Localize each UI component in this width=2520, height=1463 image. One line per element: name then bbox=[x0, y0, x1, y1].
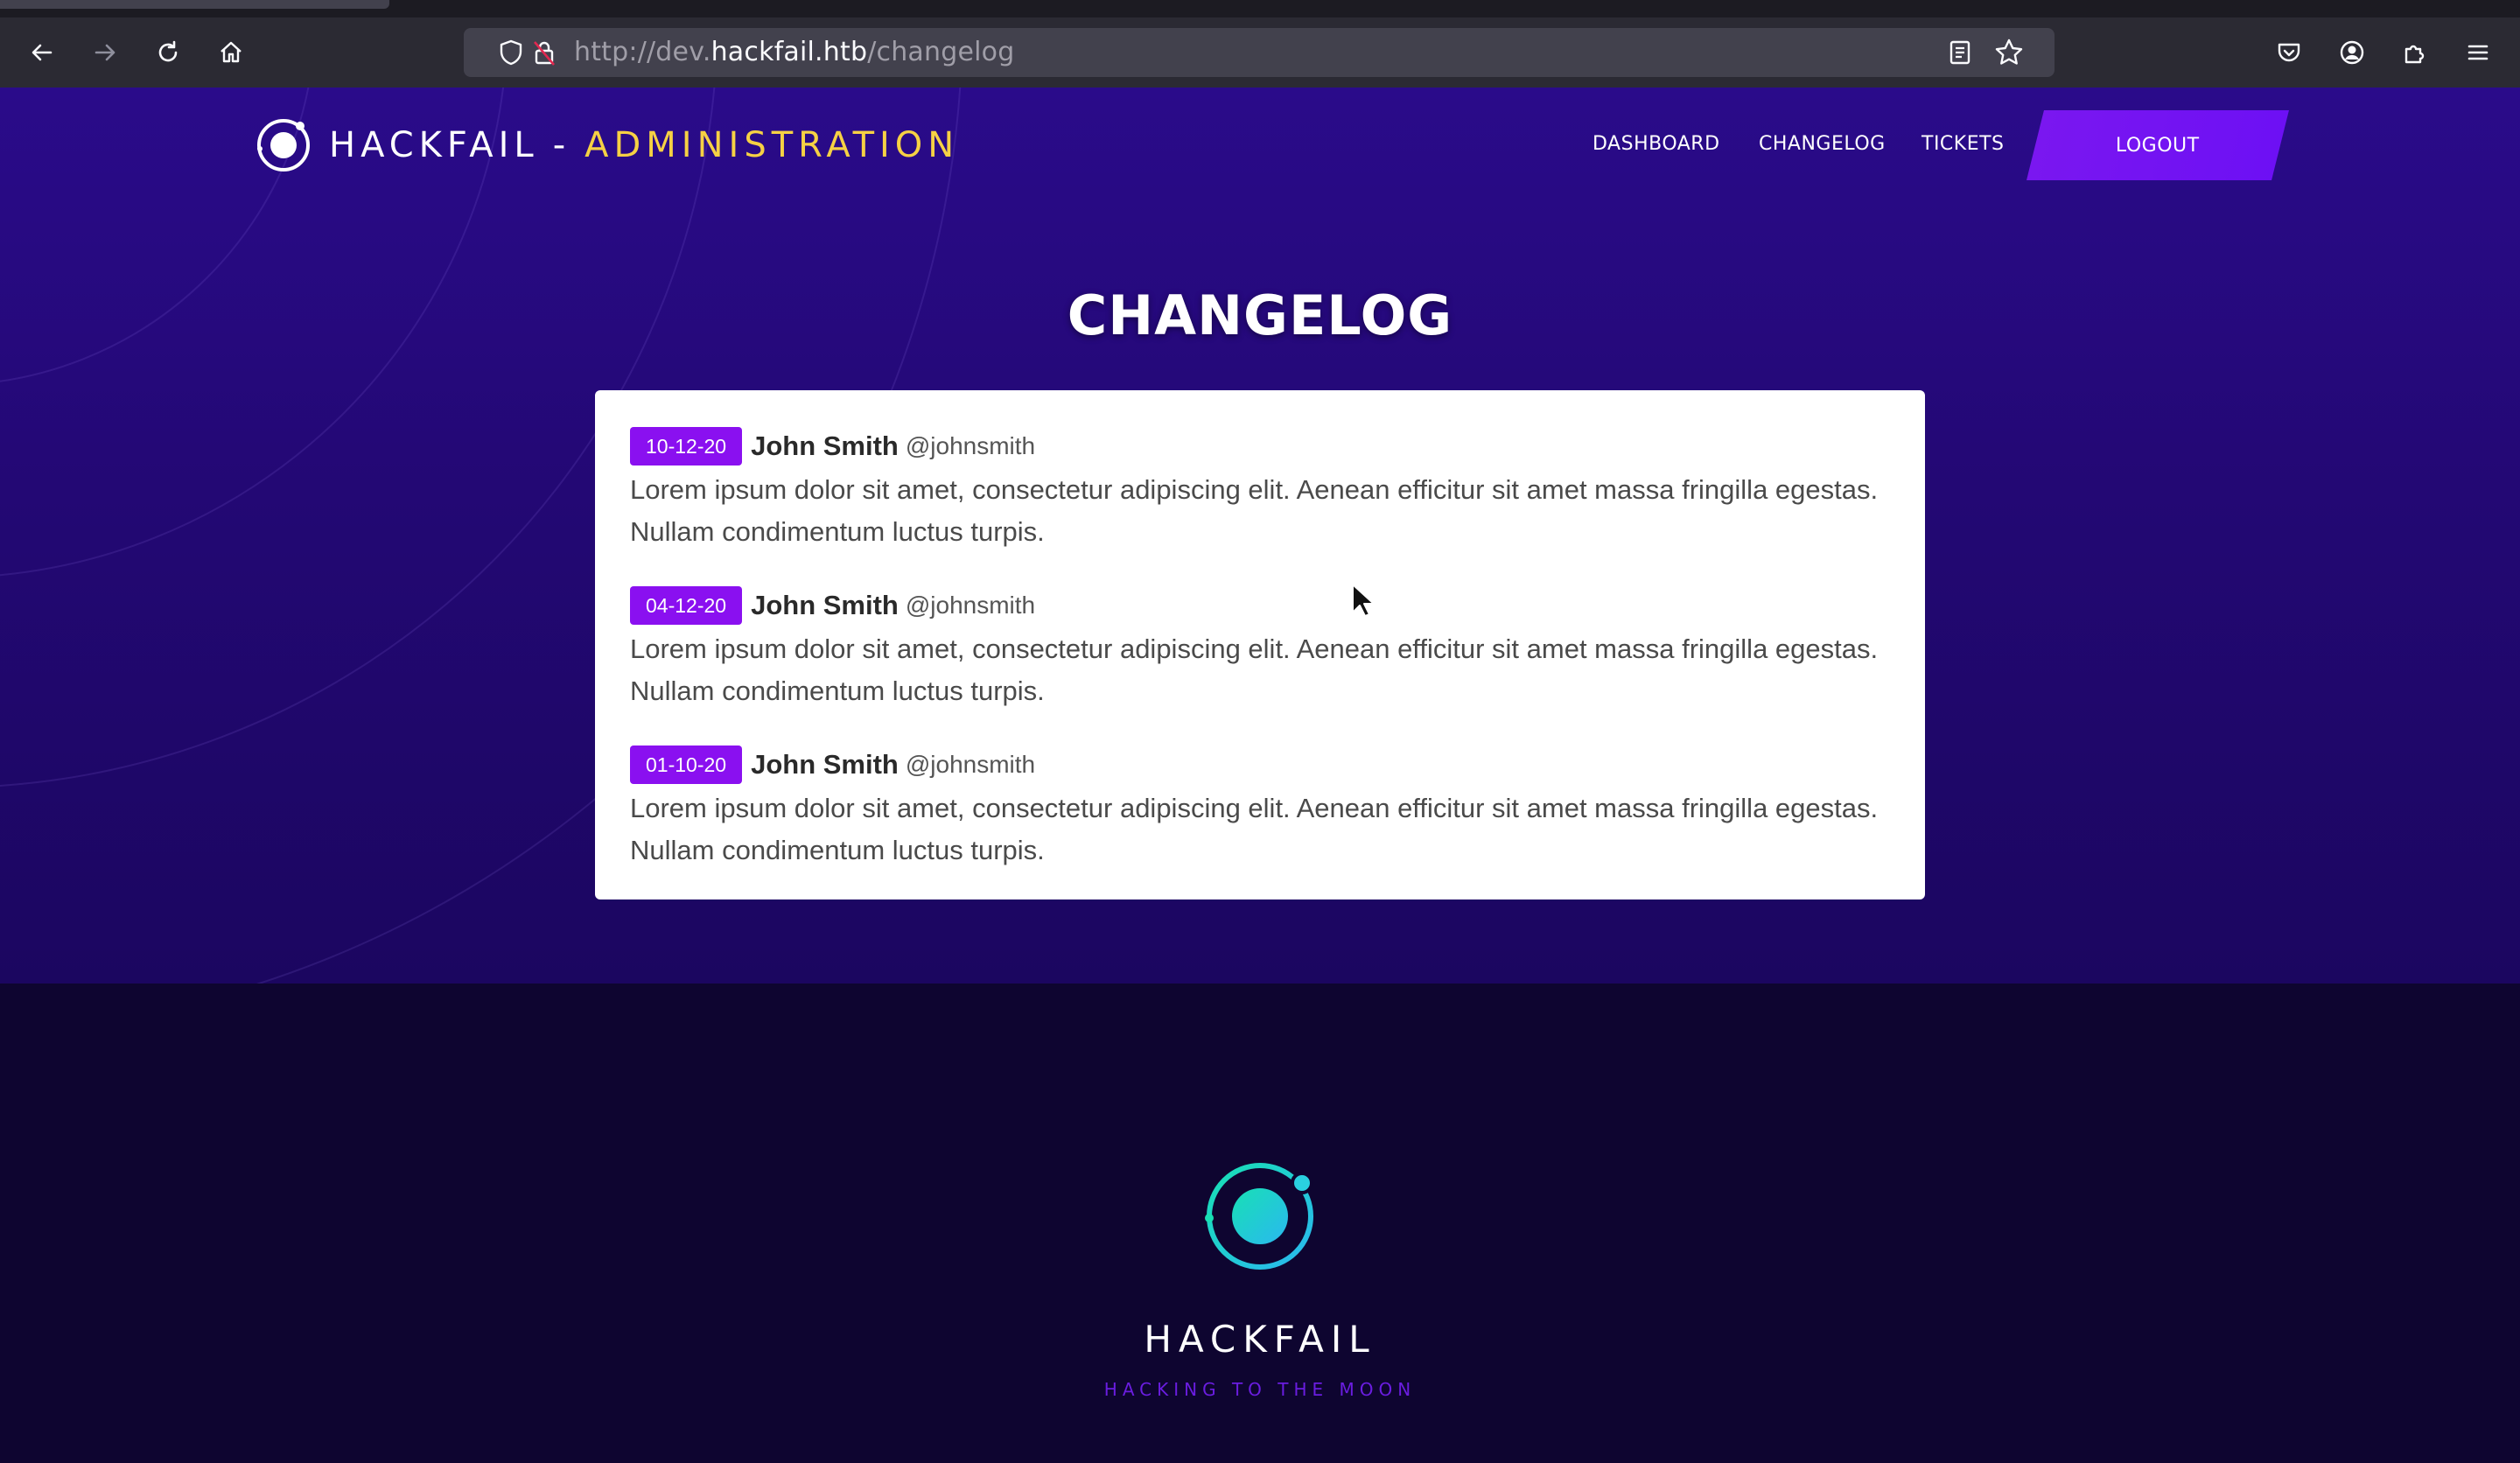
star-icon[interactable] bbox=[1992, 35, 2026, 70]
footer-brand-name: HACKFAIL bbox=[1144, 1318, 1376, 1361]
menu-icon[interactable] bbox=[2459, 33, 2497, 72]
changelog-entry: 01-10-20 John Smith @johnsmith Lorem ips… bbox=[630, 744, 1890, 872]
url-bar[interactable]: http://dev.hackfail.htb/changelog bbox=[464, 28, 2054, 77]
entry-text: Lorem ipsum dolor sit amet, consectetur … bbox=[630, 474, 1879, 547]
date-badge: 04-12-20 bbox=[630, 586, 743, 625]
changelog-entry: 10-12-20 John Smith @johnsmith Lorem ips… bbox=[630, 425, 1890, 553]
account-icon[interactable] bbox=[2333, 33, 2371, 72]
mouse-cursor-icon bbox=[1352, 584, 1375, 617]
pocket-icon[interactable] bbox=[2270, 33, 2308, 72]
changelog-card: 10-12-20 John Smith @johnsmith Lorem ips… bbox=[595, 390, 1925, 900]
footer-logo-icon bbox=[1205, 1163, 1313, 1270]
date-badge: 01-10-20 bbox=[630, 746, 743, 784]
brand[interactable]: HACKFAIL - ADMINISTRATION bbox=[254, 116, 959, 175]
nav-tickets[interactable]: TICKETS bbox=[1922, 133, 2005, 155]
changelog-entry: 04-12-20 John Smith @johnsmith Lorem ips… bbox=[630, 584, 1890, 712]
hero-section: HACKFAIL - ADMINISTRATION DASHBOARD CHANGE… bbox=[0, 88, 2520, 984]
brand-title: HACKFAIL - ADMINISTRATION bbox=[329, 125, 960, 165]
date-badge: 10-12-20 bbox=[630, 427, 743, 466]
author-name: John Smith bbox=[751, 430, 899, 461]
author-handle: @johnsmith bbox=[905, 751, 1036, 778]
shield-icon[interactable] bbox=[494, 35, 528, 70]
tab-strip bbox=[0, 0, 2520, 18]
browser-toolbar: http://dev.hackfail.htb/changelog bbox=[0, 18, 2520, 88]
nav-dashboard[interactable]: DASHBOARD bbox=[1592, 133, 1720, 155]
url-text[interactable]: http://dev.hackfail.htb/changelog bbox=[574, 28, 1014, 77]
entry-text: Lorem ipsum dolor sit amet, consectetur … bbox=[630, 793, 1879, 865]
web-page: HACKFAIL - ADMINISTRATION DASHBOARD CHANGE… bbox=[0, 88, 2520, 1463]
forward-icon[interactable] bbox=[86, 33, 124, 72]
footer: HACKFAIL HACKING TO THE MOON bbox=[0, 984, 2520, 1463]
page-title: CHANGELOG bbox=[1067, 284, 1453, 347]
author-handle: @johnsmith bbox=[905, 592, 1036, 619]
entry-text: Lorem ipsum dolor sit amet, consectetur … bbox=[630, 634, 1879, 706]
author-handle: @johnsmith bbox=[905, 432, 1036, 459]
brand-logo-icon bbox=[257, 119, 310, 172]
extensions-icon[interactable] bbox=[2396, 33, 2434, 72]
nav-changelog[interactable]: CHANGELOG bbox=[1759, 133, 1886, 155]
reader-view-icon[interactable] bbox=[1942, 35, 1978, 70]
author-name: John Smith bbox=[751, 590, 899, 620]
lock-icon[interactable] bbox=[527, 35, 562, 70]
author-name: John Smith bbox=[751, 749, 899, 780]
footer-tagline: HACKING TO THE MOON bbox=[1103, 1379, 1417, 1400]
logout-button[interactable]: LOGOUT bbox=[2026, 110, 2289, 180]
reload-icon[interactable] bbox=[149, 33, 187, 72]
home-icon[interactable] bbox=[212, 33, 250, 72]
active-tab[interactable] bbox=[0, 0, 389, 9]
back-icon[interactable] bbox=[23, 33, 61, 72]
